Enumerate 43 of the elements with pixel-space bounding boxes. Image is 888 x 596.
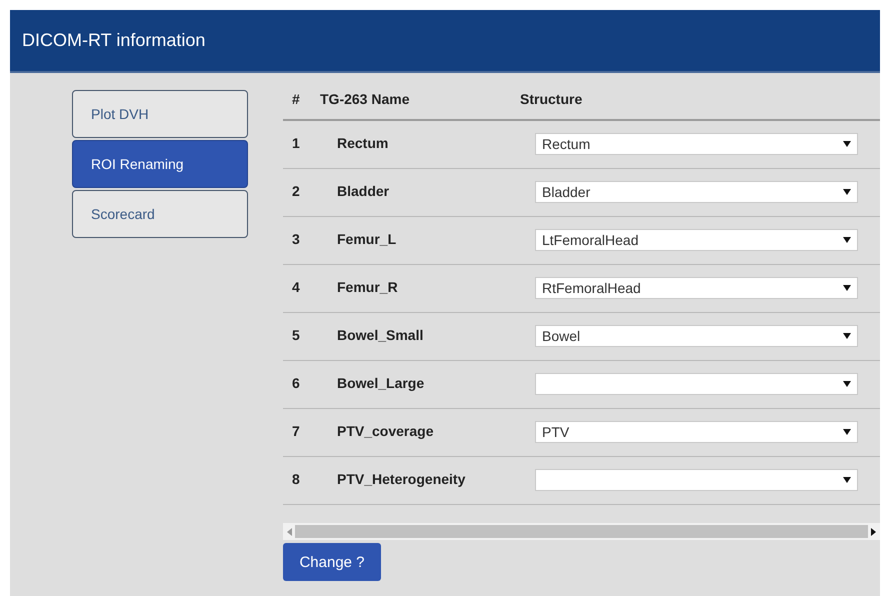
row-number: 1: [291, 135, 301, 151]
structure-dropdown[interactable]: LtFemoralHead: [535, 229, 858, 251]
structure-dropdown[interactable]: Bladder: [535, 181, 858, 203]
page-title: DICOM-RT information: [22, 30, 206, 51]
structure-name: Femur_R: [336, 279, 399, 295]
structure-name: Bowel_Small: [336, 327, 424, 343]
row-number: 4: [291, 279, 301, 295]
horizontal-scrollbar[interactable]: [283, 523, 880, 540]
structure-name: Rectum: [336, 135, 390, 151]
caret-icon: [843, 381, 851, 387]
structure-dropdown[interactable]: Rectum: [535, 133, 858, 155]
nav-button[interactable]: ROI Renaming: [72, 140, 248, 188]
row-number: 5: [291, 327, 301, 343]
caret-icon: [843, 477, 851, 483]
column-header: Structure: [520, 90, 582, 106]
nav-button[interactable]: Scorecard: [72, 190, 248, 238]
nav-button[interactable]: Plot DVH: [72, 90, 248, 138]
structure-dropdown[interactable]: PTV: [535, 421, 858, 443]
caret-icon: [843, 237, 851, 243]
column-header: #: [291, 90, 301, 106]
caret-icon: [843, 333, 851, 339]
structure-dropdown[interactable]: [535, 469, 858, 491]
row-number: 2: [291, 183, 301, 199]
structure-dropdown[interactable]: [535, 373, 858, 395]
row-number: 7: [291, 423, 301, 439]
caret-icon: [843, 429, 851, 435]
scroll-left-icon[interactable]: [287, 528, 292, 536]
structure-dropdown[interactable]: Bowel: [535, 325, 858, 347]
structure-name: Femur_L: [336, 231, 398, 247]
caret-icon: [843, 189, 851, 195]
change-button[interactable]: Change ?: [283, 543, 381, 581]
structure-dropdown[interactable]: RtFemoralHead: [535, 277, 858, 299]
row-number: 3: [291, 231, 301, 247]
structure-name: PTV_coverage: [336, 423, 434, 439]
structure-name: Bladder: [336, 183, 390, 199]
row-number: 6: [291, 375, 301, 391]
structure-name: Bowel_Large: [336, 375, 426, 391]
caret-icon: [843, 285, 851, 291]
column-header: TG-263 Name: [320, 90, 410, 106]
row-number: 8: [291, 471, 301, 487]
scroll-right-icon[interactable]: [871, 528, 876, 536]
caret-icon: [843, 141, 851, 147]
structure-name: PTV_Heterogeneity: [336, 471, 466, 487]
